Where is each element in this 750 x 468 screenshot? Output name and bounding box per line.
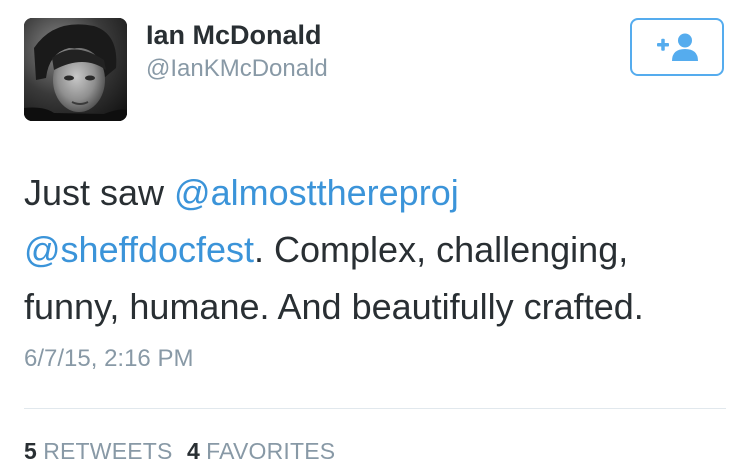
tweet-card: Ian McDonald @IanKMcDonald Just saw @alm… [0,0,750,468]
retweets-stat[interactable]: 5 RETWEETS [24,438,173,464]
tweet-text-line2: . Complex, challenging, [254,229,629,270]
favorites-label: FAVORITES [206,438,336,464]
mention-link[interactable]: @almostthereproj [174,172,459,213]
display-name[interactable]: Ian McDonald [146,18,322,52]
follow-button[interactable] [630,18,724,76]
avatar-photo [24,18,127,121]
add-user-icon [657,33,698,61]
tweet-text-line3: funny, humane. And beautifully crafted. [24,286,644,327]
tweet-text-line1: Just saw [24,172,175,213]
retweets-count: 5 [24,438,37,464]
favorites-count: 4 [186,438,200,464]
retweets-label: RETWEETS [43,438,173,464]
divider [24,408,726,409]
favorites-stat[interactable]: 4 FAVORITES [187,438,335,464]
timestamp[interactable]: 6/7/15, 2:16 PM [24,344,193,374]
tweet-stats: 5 RETWEETS 4 FAVORITES [24,436,343,466]
tweet-text: Just saw @almostthereproj @sheffdocfest. … [24,164,730,335]
user-handle[interactable]: @IanKMcDonald [146,54,328,84]
avatar[interactable] [24,18,127,121]
mention-link[interactable]: @sheffdocfest [24,229,254,270]
